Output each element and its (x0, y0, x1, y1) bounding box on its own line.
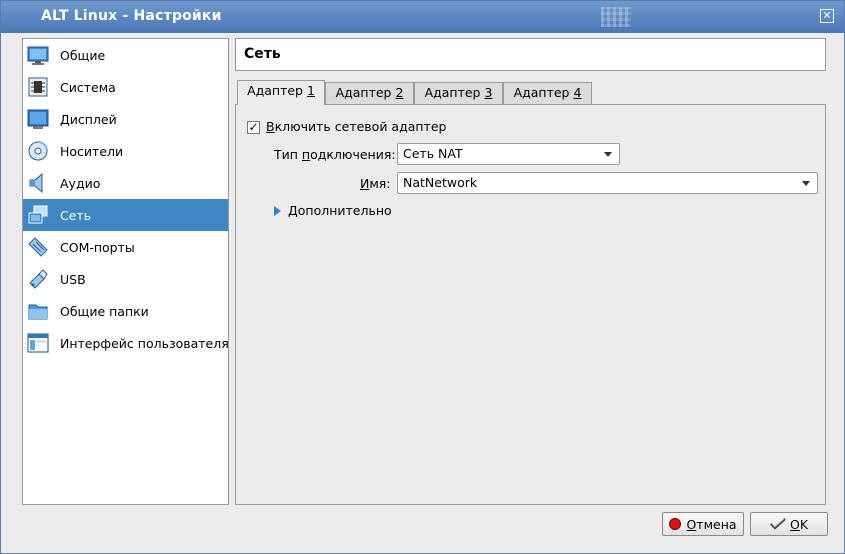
folder-icon (27, 300, 49, 322)
sidebar-item-label: COM-порты (60, 239, 135, 255)
tab-label: Адаптер (513, 85, 574, 100)
sidebar-item-user-interface[interactable]: Интерфейс пользователя (23, 327, 229, 359)
tab-number: 4 (573, 85, 582, 100)
label-text: Тип (274, 147, 302, 162)
select-value: NatNetwork (403, 175, 478, 190)
enable-adapter-checkbox[interactable]: ✓ (247, 121, 260, 134)
serial-port-icon (27, 236, 49, 258)
tab-label: Адаптер (335, 85, 396, 100)
tab-number: 1 (306, 83, 315, 98)
tab-adapter-3[interactable]: Адаптер 3 (414, 82, 503, 104)
label-text: ключить сетевой адаптер (274, 119, 447, 134)
button-label: K (799, 516, 809, 532)
tab-label: Адаптер (424, 85, 485, 100)
advanced-expander[interactable]: Дополнительно (288, 203, 392, 218)
mnemonic: Д (288, 203, 298, 218)
sidebar-item-display[interactable]: Дисплей (23, 103, 228, 135)
tab-adapter-1[interactable]: Адаптер 1 (237, 80, 325, 105)
label-text: мя: (369, 176, 391, 191)
network-icon (27, 204, 49, 226)
cancel-icon (669, 518, 682, 530)
sidebar-item-system[interactable]: Система (23, 71, 228, 103)
monitor-icon (27, 44, 49, 66)
chip-icon (27, 76, 49, 98)
name-label: Имя: (360, 176, 391, 191)
close-icon: ✕ (822, 9, 832, 22)
connection-type-select[interactable]: Сеть NAT (397, 143, 620, 165)
disk-icon (27, 140, 49, 162)
window-title: ALT Linux - Настройки (41, 8, 222, 24)
select-value: Сеть NAT (403, 146, 463, 161)
sidebar-item-label: Общие папки (60, 303, 149, 319)
label-text: ополнительно (297, 203, 392, 218)
mnemonic: O (789, 516, 800, 532)
settings-page: Сеть Адаптер 1 Адаптер 2 Адаптер 3 Адапт… (235, 38, 828, 505)
expand-arrow-icon[interactable] (274, 206, 281, 216)
sidebar-item-label: Дисплей (60, 111, 117, 127)
connection-type-label: Тип подключения: (274, 147, 396, 162)
speaker-icon (27, 172, 49, 194)
tab-label: Адаптер (247, 83, 307, 98)
sidebar-item-label: USB (60, 271, 86, 287)
cancel-button[interactable]: Отмена (662, 512, 744, 536)
sidebar-item-label: Система (60, 79, 116, 95)
tab-adapter-4[interactable]: Адаптер 4 (503, 82, 592, 104)
page-header: Сеть (235, 38, 826, 71)
settings-dialog: ALT Linux - Настройки ✕ Общие Система Ди… (0, 0, 845, 554)
checkmark-icon: ✓ (248, 120, 259, 134)
tab-number: 3 (484, 85, 493, 100)
ok-button[interactable]: OK (750, 512, 828, 536)
ui-window-icon (27, 332, 49, 354)
tab-adapter-2[interactable]: Адаптер 2 (325, 82, 414, 104)
usb-icon (27, 268, 49, 290)
dialog-button-bar: Отмена OK (1, 505, 844, 553)
sidebar-item-label: Носители (60, 143, 124, 159)
display-icon (27, 108, 49, 130)
button-label: тмена (696, 516, 737, 532)
ok-check-icon (770, 518, 786, 530)
close-button[interactable]: ✕ (820, 9, 834, 23)
tab-number: 2 (395, 85, 404, 100)
mnemonic: И (360, 176, 370, 191)
sidebar-item-label: Общие (60, 47, 106, 63)
chevron-down-icon (802, 181, 810, 186)
sidebar-item-label: Сеть (60, 207, 92, 223)
sidebar-item-audio[interactable]: Аудио (23, 167, 228, 199)
title-bar[interactable]: ALT Linux - Настройки ✕ (1, 1, 844, 33)
network-name-select[interactable]: NatNetwork (397, 172, 818, 194)
mnemonic: О (686, 516, 697, 532)
chevron-down-icon (604, 152, 612, 157)
sidebar-item-network[interactable]: Сеть (23, 199, 228, 231)
sidebar-item-serial-ports[interactable]: COM-порты (23, 231, 228, 263)
sidebar-item-storage[interactable]: Носители (23, 135, 228, 167)
mnemonic: п (301, 147, 311, 162)
sidebar-item-label: Аудио (60, 175, 101, 191)
sidebar-item-label: Интерфейс пользователя (60, 335, 229, 351)
sidebar-item-shared-folders[interactable]: Общие папки (23, 295, 228, 327)
sidebar-item-general[interactable]: Общие (23, 39, 228, 71)
titlebar-grip-decoration (601, 7, 631, 27)
enable-adapter-label[interactable]: Включить сетевой адаптер (266, 119, 446, 134)
sidebar-item-usb[interactable]: USB (23, 263, 228, 295)
mnemonic: В (266, 119, 275, 134)
page-title: Сеть (244, 46, 281, 62)
adapter-tab-panel: ✓ Включить сетевой адаптер Тип подключен… (235, 104, 826, 505)
label-text: одключения: (310, 147, 396, 162)
settings-category-list: Общие Система Дисплей Носители Аудио Сет… (22, 38, 229, 505)
